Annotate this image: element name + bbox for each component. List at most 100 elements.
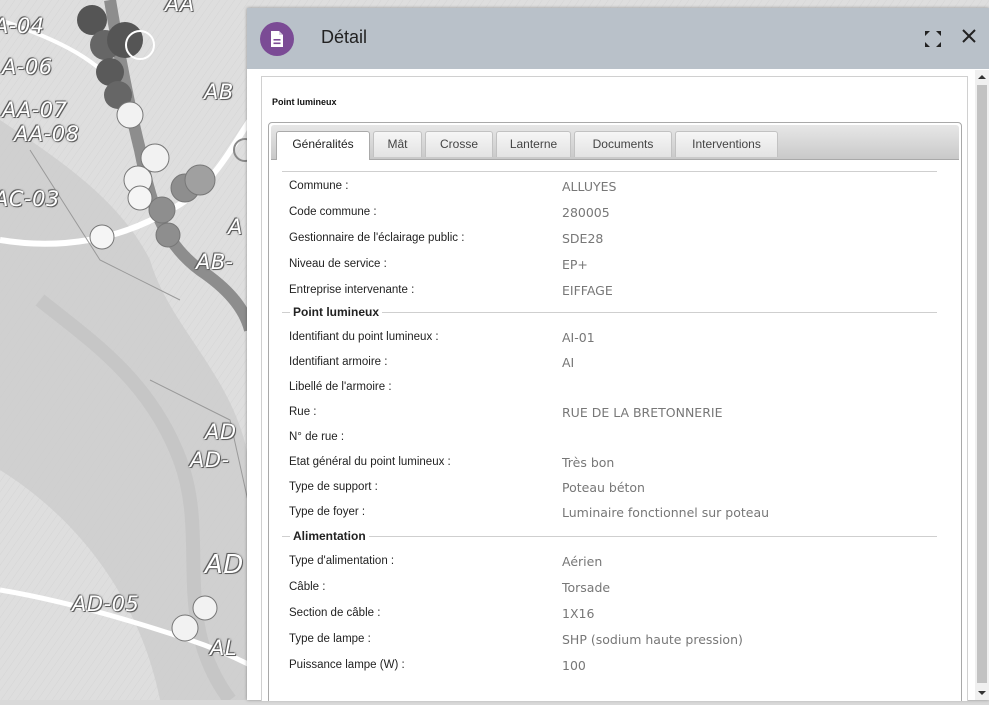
field-label: Code commune : — [289, 206, 377, 218]
map-label: AB- — [196, 250, 234, 274]
field-label: Gestionnaire de l'éclairage public : — [289, 232, 465, 244]
section-title: Point lumineux — [272, 97, 337, 107]
panel-header: Détail — [247, 8, 989, 69]
field-label: Type d'alimentation : — [289, 555, 395, 567]
field-row-gestionnaire: Gestionnaire de l'éclairage public : SDE… — [289, 228, 929, 248]
tab-documents[interactable]: Documents — [574, 131, 672, 157]
field-label: Rue : — [289, 406, 317, 418]
field-row-etat-general: Etat général du point lumineux : Très bo… — [289, 452, 929, 472]
map-light-point — [148, 196, 176, 224]
map-label: AL — [210, 636, 238, 660]
field-value: Aérien — [562, 554, 603, 569]
map-label: AD- — [190, 448, 230, 472]
fieldset-alimentation: Alimentation — [282, 529, 937, 543]
field-row-identifiant-point: Identifiant du point lumineux : AI-01 — [289, 327, 929, 347]
map-light-point — [192, 595, 218, 621]
field-label: Puissance lampe (W) : — [289, 659, 405, 671]
field-value: ALLUYES — [562, 179, 617, 194]
map-label: AD-05 — [72, 592, 140, 616]
field-value: Poteau béton — [562, 480, 645, 495]
field-label: N° de rue : — [289, 431, 345, 443]
map-light-point — [171, 614, 199, 642]
map-light-point — [184, 164, 216, 196]
tab-strip: Généralités Mât Crosse Lanterne Document… — [271, 125, 959, 160]
field-row-type-support: Type de support : Poteau béton — [289, 477, 929, 497]
map-label: AA-08 — [14, 122, 80, 146]
map-label: AA — [165, 0, 195, 16]
field-row-identifiant-armoire: Identifiant armoire : AI — [289, 352, 929, 372]
field-value: AI — [562, 355, 575, 370]
field-row-niveau-service: Niveau de service : EP+ — [289, 254, 929, 274]
map-light-point — [127, 185, 153, 211]
field-row-entreprise: Entreprise intervenante : EIFFAGE — [289, 280, 929, 300]
field-label: Niveau de service : — [289, 258, 387, 270]
field-row-libelle-armoire: Libellé de l'armoire : — [289, 377, 929, 397]
expand-icon[interactable] — [923, 29, 943, 49]
fieldset-point-lumineux: Point lumineux — [282, 305, 937, 319]
map-label: A-04 — [0, 14, 45, 38]
field-row-type-alimentation: Type d'alimentation : Aérien — [289, 551, 929, 571]
fieldset-divider — [282, 536, 937, 537]
tab-crosse[interactable]: Crosse — [425, 131, 493, 157]
field-label: Câble : — [289, 581, 326, 593]
scrollbar-thumb[interactable] — [977, 85, 987, 683]
field-value: SHP (sodium haute pression) — [562, 632, 743, 647]
document-icon — [260, 22, 294, 56]
panel-body: Point lumineux Généralités Mât Crosse La… — [261, 76, 968, 701]
map-label: A-06 — [2, 55, 53, 79]
map-label: AB — [204, 80, 234, 104]
field-row-code-commune: Code commune : 280005 — [289, 202, 929, 222]
detail-panel: Détail Point lumineux Généralités Mât Cr… — [247, 8, 989, 701]
field-label: Libellé de l'armoire : — [289, 381, 392, 393]
fieldset-title: Alimentation — [290, 529, 369, 543]
field-label: Entreprise intervenante : — [289, 284, 415, 296]
field-value: Torsade — [562, 580, 611, 595]
field-label: Commune : — [289, 180, 349, 192]
field-label: Identifiant du point lumineux : — [289, 331, 439, 343]
tabs-container: Généralités Mât Crosse Lanterne Document… — [268, 122, 962, 701]
field-row-type-lampe: Type de lampe : SHP (sodium haute pressi… — [289, 629, 929, 649]
map-label: AD — [205, 550, 244, 580]
map-light-point — [155, 222, 181, 248]
field-value: EIFFAGE — [562, 283, 613, 298]
field-value: RUE DE LA BRETONNERIE — [562, 405, 723, 420]
panel-title: Détail — [321, 27, 368, 47]
field-value: EP+ — [562, 257, 588, 272]
vertical-scrollbar[interactable] — [975, 70, 989, 700]
field-value: Luminaire fonctionnel sur poteau — [562, 505, 770, 520]
fieldset-title: Point lumineux — [290, 305, 383, 319]
field-label: Type de support : — [289, 481, 378, 493]
map-label: A — [228, 215, 243, 239]
field-row-commune: Commune : ALLUYES — [289, 176, 929, 196]
field-value: Très bon — [562, 455, 615, 470]
field-label: Section de câble : — [289, 607, 381, 619]
divider — [282, 171, 937, 172]
field-row-puissance-lampe: Puissance lampe (W) : 100 — [289, 655, 929, 675]
scroll-up-arrow-icon[interactable] — [975, 70, 989, 84]
tab-interventions[interactable]: Interventions — [675, 131, 778, 157]
field-value: 280005 — [562, 205, 610, 220]
field-label: Etat général du point lumineux : — [289, 456, 451, 468]
field-value: 1X16 — [562, 606, 595, 621]
scroll-down-arrow-icon[interactable] — [975, 686, 989, 700]
field-row-type-foyer: Type de foyer : Luminaire fonctionnel su… — [289, 502, 929, 522]
field-label: Type de foyer : — [289, 506, 366, 518]
map-label: AC-03 — [0, 187, 60, 211]
tab-generalites[interactable]: Généralités — [276, 131, 370, 160]
tab-mat[interactable]: Mât — [373, 131, 422, 157]
field-label: Type de lampe : — [289, 633, 371, 645]
map-label: AD — [205, 420, 237, 444]
tab-lanterne[interactable]: Lanterne — [496, 131, 571, 157]
field-value: AI-01 — [562, 330, 595, 345]
field-value: 100 — [562, 658, 586, 673]
map-label: AA-07 — [2, 98, 68, 122]
map-light-point — [107, 22, 143, 58]
field-row-numero-rue: N° de rue : — [289, 427, 929, 447]
field-row-cable: Câble : Torsade — [289, 577, 929, 597]
field-row-rue: Rue : RUE DE LA BRETONNERIE — [289, 402, 929, 422]
field-label: Identifiant armoire : — [289, 356, 388, 368]
field-value: SDE28 — [562, 231, 604, 246]
close-icon[interactable] — [960, 27, 980, 49]
map-light-point — [116, 101, 144, 129]
map-light-point — [89, 224, 115, 250]
